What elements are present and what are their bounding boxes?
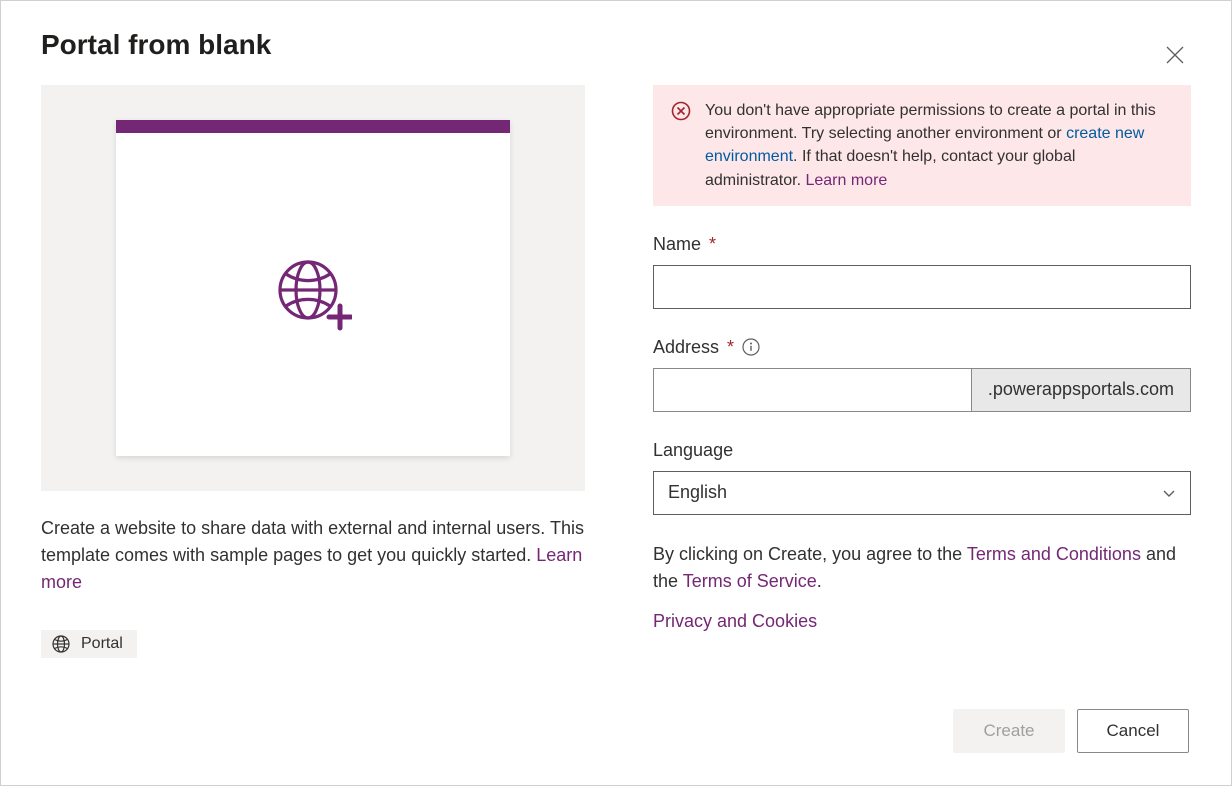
language-selected-value: English <box>668 482 727 503</box>
privacy-and-cookies-link[interactable]: Privacy and Cookies <box>653 611 817 632</box>
address-label: Address <box>653 337 719 358</box>
globe-plus-icon <box>274 258 352 332</box>
dialog-title: Portal from blank <box>41 29 1191 61</box>
preview-card <box>116 120 510 456</box>
address-suffix: .powerappsportals.com <box>971 369 1190 411</box>
template-description: Create a website to share data with exte… <box>41 515 585 596</box>
agreement-text: By clicking on Create, you agree to the … <box>653 541 1191 595</box>
right-column: You don't have appropriate permissions t… <box>653 85 1191 659</box>
terms-of-service-link[interactable]: Terms of Service <box>683 571 817 591</box>
error-icon <box>671 101 691 121</box>
name-field-group: Name * <box>653 234 1191 309</box>
cancel-button[interactable]: Cancel <box>1077 709 1189 753</box>
agreement-suffix: . <box>817 571 822 591</box>
name-label: Name <box>653 234 701 255</box>
required-indicator: * <box>727 337 734 358</box>
globe-icon <box>51 634 71 654</box>
address-field-group: Address * .powerappsportals.com <box>653 337 1191 412</box>
language-select[interactable]: English <box>653 471 1191 515</box>
agreement-prefix: By clicking on Create, you agree to the <box>653 544 967 564</box>
error-learn-more-link[interactable]: Learn more <box>805 172 887 189</box>
address-input[interactable] <box>654 369 971 411</box>
close-button[interactable] <box>1161 41 1189 69</box>
left-column: Create a website to share data with exte… <box>41 85 585 659</box>
preview-card-header-bar <box>116 120 510 133</box>
create-button[interactable]: Create <box>953 709 1065 753</box>
preview-frame <box>41 85 585 491</box>
permission-error-banner: You don't have appropriate permissions t… <box>653 85 1191 206</box>
address-input-row: .powerappsportals.com <box>653 368 1191 412</box>
portal-from-blank-dialog: Portal from blank <box>0 0 1232 786</box>
portal-badge: Portal <box>41 630 137 658</box>
info-icon <box>742 338 760 356</box>
language-field-group: Language English <box>653 440 1191 515</box>
portal-badge-label: Portal <box>81 635 123 653</box>
name-input[interactable] <box>653 265 1191 309</box>
terms-and-conditions-link[interactable]: Terms and Conditions <box>967 544 1141 564</box>
template-description-text: Create a website to share data with exte… <box>41 518 584 565</box>
error-text: You don't have appropriate permissions t… <box>705 99 1173 192</box>
dialog-footer: Create Cancel <box>953 709 1189 753</box>
required-indicator: * <box>709 234 716 255</box>
address-info-icon[interactable] <box>742 338 760 356</box>
language-label: Language <box>653 440 733 461</box>
close-icon <box>1165 45 1185 65</box>
